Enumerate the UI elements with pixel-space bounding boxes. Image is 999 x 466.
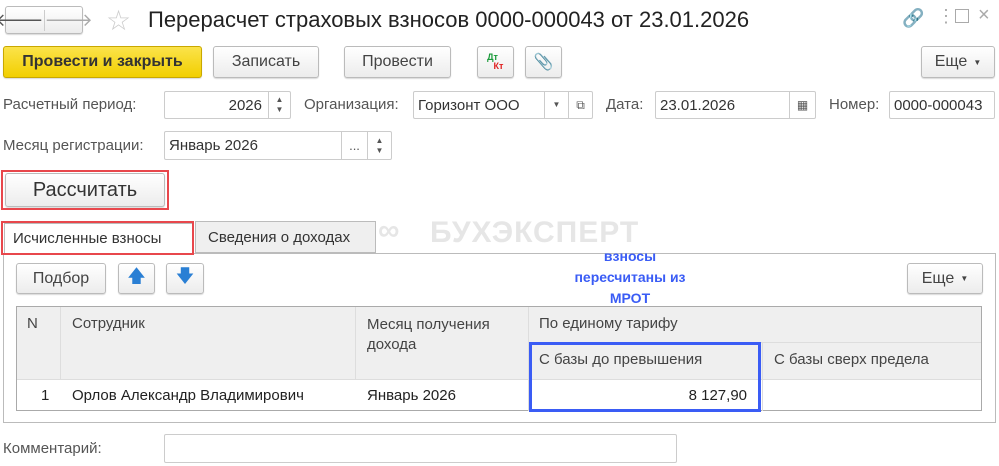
reg-month-label: Месяц регистрации:: [3, 137, 144, 154]
header-n[interactable]: N: [17, 309, 48, 338]
contributions-table: N Сотрудник Месяц получения дохода По ед…: [16, 306, 982, 412]
calendar-icon[interactable]: ▦: [789, 92, 815, 118]
dt-kt-button[interactable]: Дт Кт: [477, 46, 514, 78]
reg-month-spinner[interactable]: ▲ ▼: [367, 132, 391, 159]
arrow-down-icon: 🡇: [175, 265, 195, 286]
annotation-note: взносы пересчитаны из МРОТ: [574, 248, 686, 306]
back-arrow-icon[interactable]: 🡐: [0, 9, 45, 31]
number-value: 0000-000043: [894, 96, 983, 114]
organization-field[interactable]: Горизонт ООО ▼ ⧉: [413, 91, 593, 119]
link-icon[interactable]: 🔗: [902, 8, 924, 29]
table-more-label: Еще: [921, 269, 955, 287]
header-month[interactable]: Месяц получения дохода: [357, 309, 527, 361]
post-button[interactable]: Провести: [344, 46, 451, 78]
tab-income-info[interactable]: Сведения о доходах: [195, 221, 376, 253]
period-label: Расчетный период:: [3, 96, 137, 113]
watermark: БУХЭКСПЕРТ: [430, 216, 640, 249]
dropdown-arrow-icon: ▼: [960, 274, 969, 283]
paperclip-icon: 📎: [533, 54, 554, 71]
number-label: Номер:: [829, 96, 880, 113]
col-divider: [60, 307, 61, 379]
header-tariff: По единому тарифу: [539, 315, 678, 332]
number-field[interactable]: 0000-000043: [889, 91, 995, 119]
row-divider: [17, 379, 981, 380]
maximize-icon[interactable]: [955, 9, 969, 23]
page-title: Перерасчет страховых взносов 0000-000043…: [148, 7, 750, 32]
row-n: 1: [41, 387, 50, 404]
attach-button[interactable]: 📎: [525, 46, 562, 78]
row-employee: Орлов Александр Владимирович: [72, 387, 304, 404]
post-and-close-button[interactable]: Провести и закрыть: [3, 46, 202, 78]
close-icon[interactable]: ×: [978, 4, 990, 27]
value-highlight: [529, 342, 761, 412]
kt-label: Кт: [493, 61, 504, 71]
reg-month-field[interactable]: Январь 2026 ... ▲ ▼: [164, 131, 392, 160]
col-divider: [762, 342, 763, 411]
table-more-button[interactable]: Еще ▼: [907, 263, 983, 294]
header-above-limit[interactable]: С базы сверх предела: [764, 345, 939, 374]
more-vertical-icon[interactable]: ⋮: [937, 6, 955, 27]
open-icon[interactable]: ⧉: [568, 92, 592, 118]
tab-highlight: [1, 221, 194, 255]
calculate-highlight: [1, 170, 169, 210]
org-value: Горизонт ООО: [418, 96, 520, 114]
comment-label: Комментарий:: [3, 440, 102, 457]
period-field[interactable]: 2026 ▲ ▼: [164, 91, 291, 119]
header-employee[interactable]: Сотрудник: [62, 309, 155, 338]
pick-button[interactable]: Подбор: [16, 263, 106, 294]
period-value: 2026: [228, 96, 262, 114]
move-down-button[interactable]: 🡇: [166, 263, 204, 294]
select-button[interactable]: ...: [341, 132, 367, 159]
more-label: Еще: [934, 53, 968, 70]
save-button[interactable]: Записать: [213, 46, 319, 78]
date-value: 23.01.2026: [660, 96, 736, 114]
row-above-limit[interactable]: [764, 381, 784, 393]
period-spinner[interactable]: ▲ ▼: [268, 92, 290, 118]
comment-input[interactable]: [164, 434, 677, 463]
reg-month-value: Январь 2026: [169, 137, 258, 154]
col-divider: [355, 307, 356, 379]
date-label: Дата:: [606, 96, 644, 113]
nav-buttons: 🡐 🡒: [0, 6, 93, 34]
forward-arrow-icon[interactable]: 🡒: [45, 10, 93, 31]
org-label: Организация:: [304, 96, 399, 113]
dropdown-arrow-icon: ▼: [973, 57, 982, 67]
org-dropdown-button[interactable]: ▼: [544, 92, 568, 118]
arrow-up-icon: 🡅: [127, 265, 146, 286]
row-month: Январь 2026: [367, 387, 456, 404]
watermark-logo-icon: ∞: [378, 214, 400, 247]
more-button[interactable]: Еще ▼: [921, 46, 995, 78]
date-field[interactable]: 23.01.2026 ▦: [655, 91, 816, 119]
move-up-button[interactable]: 🡅: [118, 263, 155, 294]
favorite-star-icon[interactable]: ☆: [106, 4, 131, 37]
